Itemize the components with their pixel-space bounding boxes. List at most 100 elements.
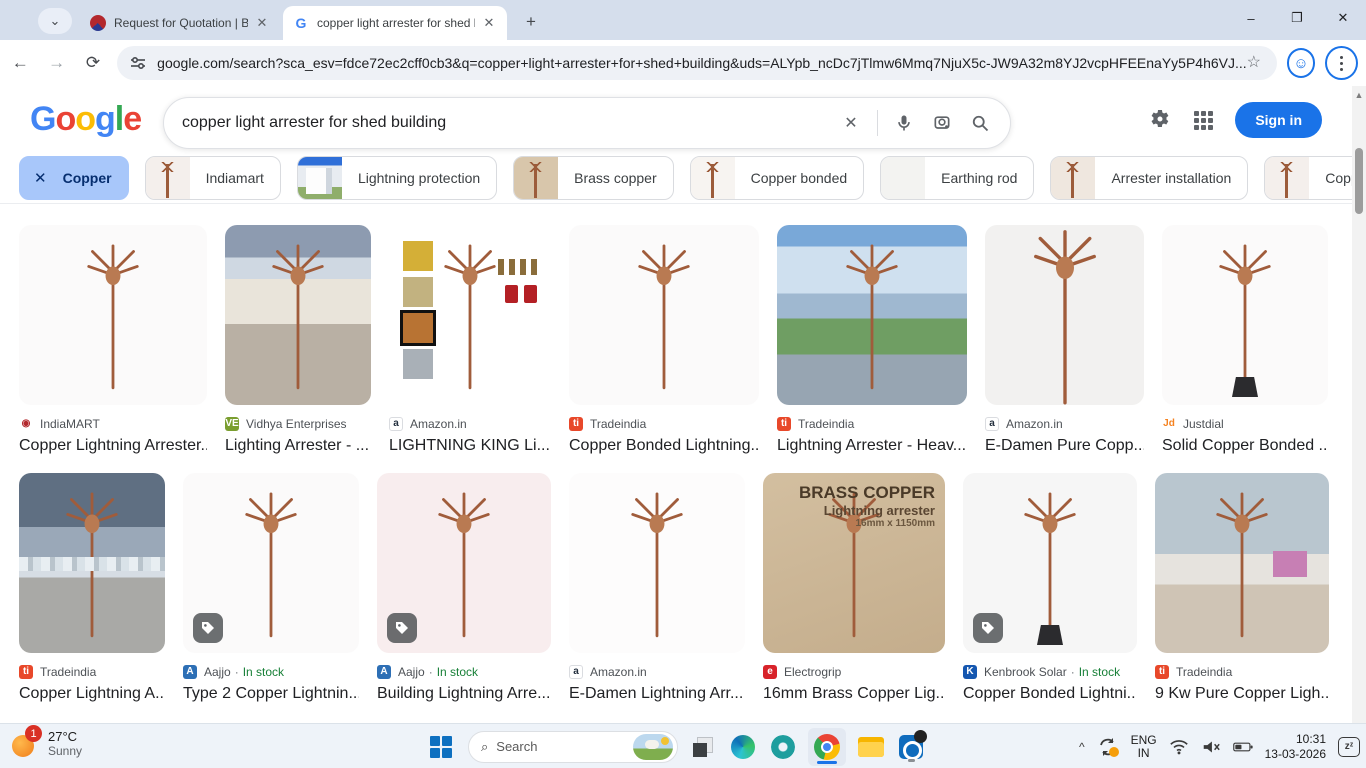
window-close-button[interactable]: ✕ [1320, 0, 1366, 36]
scrollbar-up-icon[interactable]: ▲ [1352, 88, 1366, 102]
tab-close-icon[interactable]: ✕ [254, 15, 270, 31]
result-thumbnail-image[interactable] [389, 225, 551, 405]
bookmark-star-icon[interactable]: ☆ [1247, 54, 1265, 72]
new-tab-button[interactable]: + [518, 9, 544, 35]
filter-chip-lightning-protection[interactable]: Lightning protection [297, 156, 497, 200]
filter-chip-arrester-installation[interactable]: Arrester installation [1050, 156, 1248, 200]
lens-search-icon[interactable] [930, 111, 954, 135]
clock-widget[interactable]: 10:31 13-03-2026 [1265, 732, 1326, 762]
window-restore-button[interactable]: ❐ [1274, 0, 1320, 36]
sign-in-button[interactable]: Sign in [1235, 102, 1322, 138]
do-not-disturb-icon[interactable]: zᶻ [1338, 737, 1360, 757]
result-source-line[interactable]: eElectrogrip [763, 663, 945, 680]
address-bar[interactable]: google.com/search?sca_esv=fdce72ec2cff0c… [117, 46, 1277, 80]
result-source-line[interactable]: JdJustdial [1162, 415, 1328, 432]
result-title[interactable]: Copper Bonded Lightni... [963, 685, 1137, 703]
result-title[interactable]: E-Damen Lightning Arr... [569, 685, 745, 703]
language-indicator[interactable]: ENGIN [1131, 734, 1157, 760]
filter-chip-copper[interactable]: Copper [1264, 156, 1366, 200]
result-thumbnail-image[interactable] [569, 225, 759, 405]
page-scrollbar[interactable]: ▲ [1352, 86, 1366, 723]
google-logo[interactable]: Google [30, 100, 141, 139]
result-title[interactable]: Building Lightning Arre... [377, 685, 551, 703]
tab-search-chevron-icon[interactable]: ⌄ [38, 8, 72, 34]
result-title[interactable]: Copper Lightning A... [19, 685, 165, 703]
image-result-tile[interactable]: aAmazon.in E-Damen Pure Copp... [985, 225, 1144, 455]
result-title[interactable]: Type 2 Copper Lightnin... [183, 685, 359, 703]
result-title[interactable]: Copper Bonded Lightning... [569, 437, 759, 455]
result-thumbnail-image[interactable]: BRASS COPPERLightning arrester16mm x 115… [763, 473, 945, 653]
result-source-line[interactable]: aAmazon.in [569, 663, 745, 680]
chrome-browser-button[interactable] [808, 728, 846, 766]
quick-assist-button[interactable] [768, 732, 798, 762]
image-result-tile[interactable]: tiTradeindia Copper Bonded Lightning... [569, 225, 759, 455]
filter-chip-copper-bonded[interactable]: Copper bonded [690, 156, 865, 200]
result-thumbnail-image[interactable] [19, 473, 165, 653]
image-result-tile[interactable]: tiTradeindia Lightning Arrester - Heav... [777, 225, 967, 455]
file-explorer-button[interactable] [856, 732, 886, 762]
result-title[interactable]: Solid Copper Bonded ... [1162, 437, 1328, 455]
image-result-tile[interactable]: KKenbrook Solar·In stock Copper Bonded Li… [963, 473, 1137, 703]
filter-chip-brass-copper[interactable]: Brass copper [513, 156, 673, 200]
result-source-line[interactable]: tiTradeindia [19, 663, 165, 680]
image-result-tile[interactable]: aAmazon.in LIGHTNING KING Li... [389, 225, 551, 455]
result-title[interactable]: Copper Lightning Arrester... [19, 437, 207, 455]
result-source-line[interactable]: aAmazon.in [985, 415, 1144, 432]
result-source-line[interactable]: AAajjo·In stock [377, 663, 551, 680]
result-title[interactable]: E-Damen Pure Copp... [985, 437, 1144, 455]
url-text[interactable]: google.com/search?sca_esv=fdce72ec2cff0c… [157, 55, 1247, 71]
search-highlight-image[interactable] [633, 734, 673, 760]
image-result-tile[interactable]: ◉IndiaMART Copper Lightning Arrester... [19, 225, 207, 455]
filter-chip-earthing-rod[interactable]: Earthing rod [880, 156, 1034, 200]
image-result-tile[interactable]: AAajjo·In stock Type 2 Copper Lightnin... [183, 473, 359, 703]
site-info-icon[interactable] [129, 54, 147, 72]
scrollbar-thumb[interactable] [1355, 148, 1363, 214]
result-thumbnail-image[interactable] [963, 473, 1137, 653]
forward-button[interactable]: → [40, 46, 72, 80]
image-result-tile[interactable]: tiTradeindia Copper Lightning A... [19, 473, 165, 703]
edge-browser-button[interactable] [728, 732, 758, 762]
browser-menu-button[interactable] [1325, 46, 1358, 80]
result-source-line[interactable]: KKenbrook Solar·In stock [963, 663, 1137, 680]
tab-google-search[interactable]: G copper light arrester for shed b ✕ [283, 6, 507, 40]
google-apps-grid-icon[interactable] [1194, 111, 1213, 130]
result-thumbnail-image[interactable] [19, 225, 207, 405]
result-thumbnail-image[interactable] [225, 225, 371, 405]
result-thumbnail-image[interactable] [777, 225, 967, 405]
task-view-button[interactable] [688, 732, 718, 762]
image-result-tile[interactable]: JdJustdial Solid Copper Bonded ... [1162, 225, 1328, 455]
search-query-text[interactable]: copper light arrester for shed building [182, 114, 825, 132]
result-source-line[interactable]: VEVidhya Enterprises [225, 415, 371, 432]
result-title[interactable]: Lighting Arrester - ... [225, 437, 371, 455]
result-title[interactable]: 16mm Brass Copper Lig... [763, 685, 945, 703]
settings-gear-icon[interactable] [1148, 107, 1172, 134]
start-button[interactable] [424, 730, 458, 764]
result-source-line[interactable]: tiTradeindia [1155, 663, 1329, 680]
weather-widget[interactable]: 1 27°C Sunny [10, 728, 82, 758]
image-result-tile[interactable]: AAajjo·In stock Building Lightning Arre..… [377, 473, 551, 703]
profile-avatar-icon[interactable]: ☺ [1287, 48, 1316, 78]
image-result-tile[interactable]: aAmazon.in E-Damen Lightning Arr... [569, 473, 745, 703]
wifi-icon[interactable] [1169, 738, 1189, 756]
volume-muted-icon[interactable] [1201, 738, 1221, 756]
back-button[interactable]: ← [4, 46, 36, 80]
result-source-line[interactable]: tiTradeindia [777, 415, 967, 432]
taskbar-search-input[interactable]: ⌕ Search [468, 731, 678, 763]
result-source-line[interactable]: aAmazon.in [389, 415, 551, 432]
window-minimize-button[interactable]: – [1228, 0, 1274, 36]
tab-request-for-quotation[interactable]: Request for Quotation | Buy Re ✕ [80, 6, 280, 40]
result-source-line[interactable]: ◉IndiaMART [19, 415, 207, 432]
result-source-line[interactable]: AAajjo·In stock [183, 663, 359, 680]
result-title[interactable]: LIGHTNING KING Li... [389, 437, 551, 455]
result-source-line[interactable]: tiTradeindia [569, 415, 759, 432]
image-result-tile[interactable]: tiTradeindia 9 Kw Pure Copper Ligh... [1155, 473, 1329, 703]
remove-filter-icon[interactable]: ✕ [34, 169, 47, 187]
filter-chip-indiamart[interactable]: Indiamart [145, 156, 281, 200]
clear-search-icon[interactable]: ✕ [839, 111, 863, 135]
result-title[interactable]: 9 Kw Pure Copper Ligh... [1155, 685, 1329, 703]
outlook-button[interactable] [896, 732, 926, 762]
image-result-tile[interactable]: BRASS COPPERLightning arrester16mm x 115… [763, 473, 945, 703]
result-title[interactable]: Lightning Arrester - Heav... [777, 437, 967, 455]
result-thumbnail-image[interactable] [183, 473, 359, 653]
battery-icon[interactable] [1233, 738, 1253, 756]
